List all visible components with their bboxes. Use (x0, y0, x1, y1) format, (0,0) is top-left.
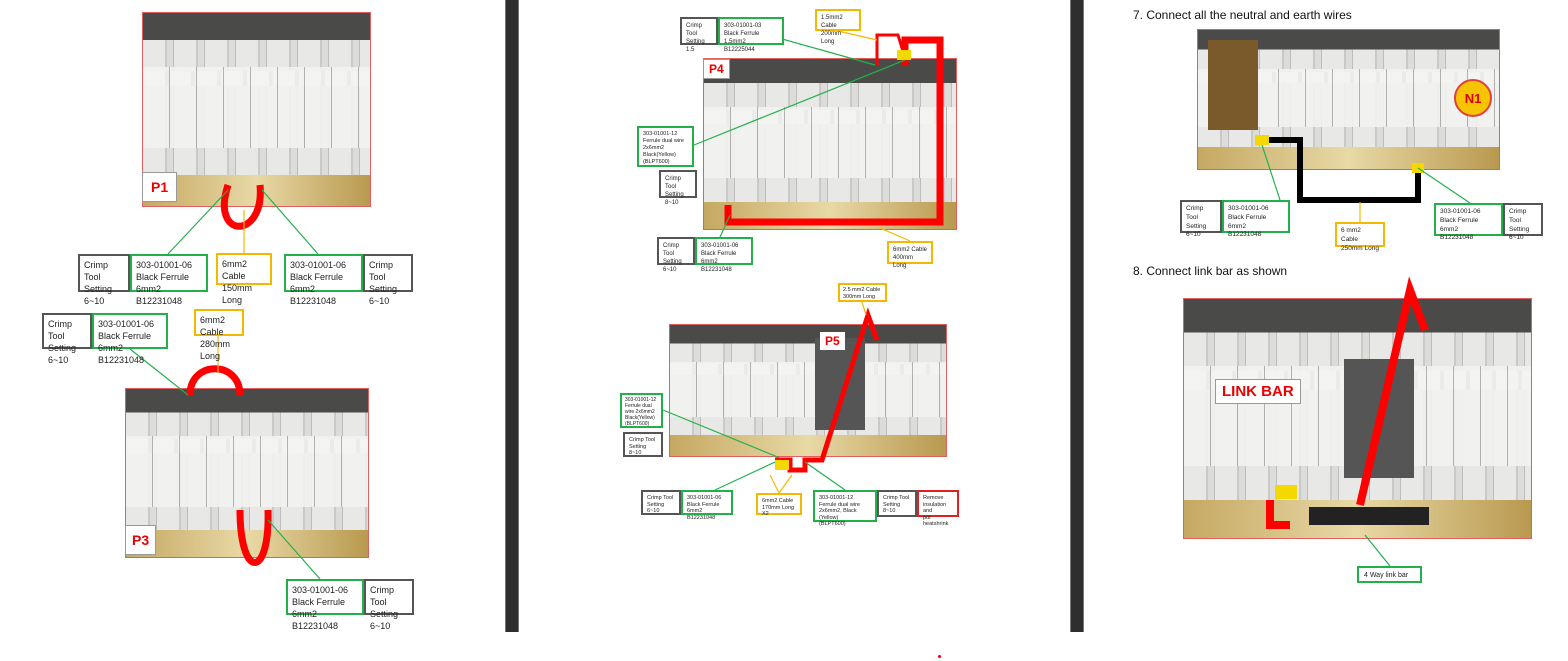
crimp-tool-label: Crimp Tool Setting 1.5 (680, 17, 718, 53)
link-bar-callout: 4 Way link bar (1357, 566, 1422, 583)
crimp-tool-label: Crimp Tool Setting 6~10 (78, 254, 130, 306)
wire-p5 (775, 307, 880, 473)
crimp-tool-label: Crimp Tool Setting 6~10 (1503, 203, 1543, 241)
heatshrink-note: Remove insulation and put heatshrink (917, 490, 959, 527)
ferrule-label: 303-01001-12 Ferrule dual wire 2x6mm2 Bl… (637, 126, 694, 167)
wire-p3-bottom (236, 509, 272, 566)
ferrule-label: 303-01001-06 Black Ferrule 6mm2 B1223104… (695, 237, 753, 273)
crimp-tool-label: Crimp Tool Setting 6~10 (42, 313, 92, 365)
cable-label: 6 mm2 Cable 250mm Long (1335, 222, 1385, 252)
crimp-tool-label: Crimp Tool Setting 6~10 (364, 579, 414, 631)
ferrule-label: 303-01001-12 Ferrule dual wire 2x6mm2 Bl… (620, 393, 663, 428)
crimp-tool-label: Crimp Tool Setting 8~10 (659, 170, 697, 206)
wire-p4 (724, 36, 944, 226)
wire-p3-top (186, 365, 244, 396)
ferrule-yellow (1255, 135, 1269, 145)
ferrule-label: 303-01001-06 Black Ferrule 6mm2 B1223104… (681, 490, 733, 521)
cable-label: 6mm2 Cable 150mm Long (216, 253, 272, 305)
wire-p1 (220, 183, 264, 230)
ferrule-label: 303-01001-03 Black Ferrule 1.5mm2 B12225… (718, 17, 784, 53)
cable-label: 1.5mm2 Cable 200mm Long (815, 9, 861, 45)
crimp-tool-label: Crimp Tool Setting 6~10 (641, 490, 681, 515)
ferrule-label: 303-01001-12 Ferrule dual wire 2x6mm2, B… (813, 490, 877, 527)
crimp-tool-label: Crimp Tool Setting 8~10 (877, 490, 917, 517)
cursor-dot (938, 655, 941, 658)
step-8-heading: 8. Connect link bar as shown (1133, 264, 1288, 278)
ferrule-label: 303-01001-06 Black Ferrule 6mm2 B1223104… (1222, 200, 1290, 238)
wire-link (1356, 276, 1429, 506)
wire-neutral (1262, 137, 1421, 203)
ferrule-label: 303-01001-06 Black Ferrule 6mm2 B1223104… (130, 254, 208, 306)
cable-label: 6mm2 Cable 170mm Long X2 (756, 493, 802, 517)
step-7-heading: 7. Connect all the neutral and earth wir… (1133, 8, 1352, 22)
crimp-tool-label: Crimp Tool Setting 6~10 (1180, 200, 1222, 238)
wire-link-left (1266, 500, 1290, 529)
cable-label: 6mm2 Cable 280mm Long (194, 309, 244, 361)
cable-label: 6mm2 Cable 400mm Long (887, 241, 933, 269)
ferrule-yellow (1275, 485, 1297, 499)
cable-label: 2.5 mm2 Cable 300mm Long (838, 283, 887, 302)
ferrule-label: 303-01001-06 Black Ferrule 6mm2 B1223104… (284, 254, 363, 306)
ferrule-label: 303-01001-06 Black Ferrule 6mm2 B1223104… (1434, 203, 1503, 241)
crimp-tool-label: Crimp Tool Setting 6~10 (363, 254, 413, 306)
ferrule-label: 303-01001-06 Black Ferrule 6mm2 B1223104… (286, 579, 364, 631)
crimp-tool-label: Crimp Tool Setting 8~10 (623, 432, 663, 457)
ferrule-label: 303-01001-06 Black Ferrule 6mm2 B1223104… (92, 313, 168, 365)
ferrule-yellow (775, 460, 789, 470)
crimp-tool-label: Crimp Tool Setting 6~10 (657, 237, 695, 273)
ferrule-yellow (897, 50, 911, 60)
